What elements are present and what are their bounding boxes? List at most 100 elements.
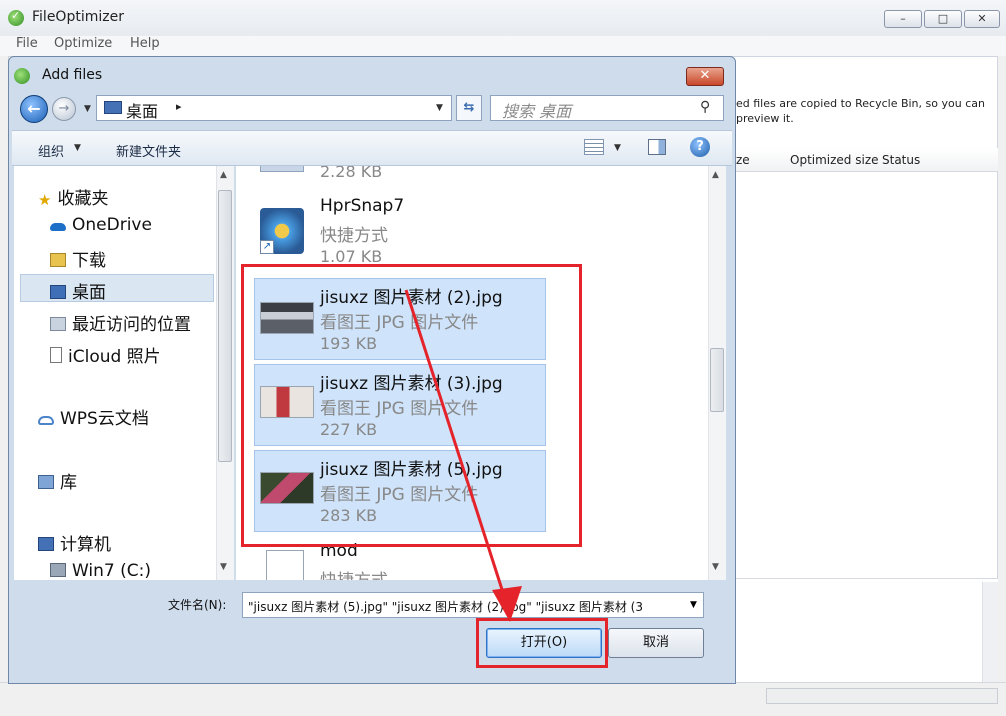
- file-list-header: ze Optimized size Status: [736, 148, 998, 172]
- refresh-button[interactable]: ⇆: [456, 95, 482, 121]
- scroll-down-icon[interactable]: ▼: [712, 562, 719, 572]
- organize-dropdown-icon[interactable]: ▼: [74, 143, 81, 153]
- minimize-button[interactable]: –: [884, 10, 922, 28]
- nav-label: 收藏夹: [57, 189, 109, 209]
- nav-item-desktop[interactable]: 桌面: [50, 278, 106, 303]
- cloud-icon: [50, 223, 66, 231]
- file-size: 2.28 KB: [320, 166, 383, 181]
- file-name: jisuxz 图片素材 (3).jpg: [320, 374, 503, 394]
- menu-optimize[interactable]: Optimize: [54, 36, 112, 51]
- file-size: 227 KB: [320, 420, 378, 439]
- file-list-scroll-thumb[interactable]: [710, 348, 724, 412]
- computer-icon: [38, 537, 54, 551]
- file-name[interactable]: HprSnap7: [320, 196, 404, 216]
- cancel-button[interactable]: 取消: [608, 628, 704, 658]
- file-type: 看图王 JPG 图片文件: [320, 313, 479, 333]
- nav-item-downloads[interactable]: 下载: [50, 246, 106, 271]
- nav-label: OneDrive: [72, 215, 152, 235]
- file-size: 193 KB: [320, 334, 378, 353]
- organize-button[interactable]: 组织: [38, 141, 64, 160]
- column-optimized-size[interactable]: Optimized size: [790, 153, 879, 167]
- nav-item-favorites[interactable]: ★ 收藏夹: [38, 184, 108, 209]
- back-arrow-icon[interactable]: ←: [20, 95, 48, 123]
- new-folder-button[interactable]: 新建文件夹: [116, 141, 181, 160]
- maximize-button[interactable]: □: [924, 10, 962, 28]
- filename-dropdown-icon[interactable]: ▼: [690, 600, 697, 610]
- nav-label: 下载: [72, 251, 106, 271]
- column-status[interactable]: Status: [882, 153, 920, 167]
- scroll-up-icon[interactable]: ▲: [220, 170, 227, 180]
- file-type: 看图王 JPG 图片文件: [320, 399, 479, 419]
- mod-shortcut-icon[interactable]: [266, 550, 304, 580]
- nav-item-icloud[interactable]: iCloud 照片: [50, 342, 161, 367]
- open-button[interactable]: 打开(O): [486, 628, 602, 658]
- dialog-close-button[interactable]: ✕: [686, 67, 724, 86]
- nav-item-onedrive[interactable]: OneDrive: [50, 215, 152, 235]
- recent-places-icon: [50, 317, 66, 331]
- shortcut-arrow-icon: ↗: [260, 240, 274, 254]
- nav-label: WPS云文档: [60, 409, 149, 429]
- downloads-folder-icon: [50, 253, 66, 267]
- main-info-text: ed files are copied to Recycle Bin, so y…: [736, 96, 998, 126]
- file-type: 快捷方式: [320, 566, 388, 580]
- nav-label: Win7 (C:): [72, 561, 152, 579]
- column-size[interactable]: ze: [736, 153, 750, 167]
- nav-scroll-thumb[interactable]: [218, 190, 232, 462]
- image-thumbnail: [260, 386, 314, 418]
- address-dropdown-icon[interactable]: ▼: [436, 103, 443, 113]
- file-name: jisuxz 图片素材 (2).jpg: [320, 288, 503, 308]
- address-breadcrumb[interactable]: 桌面: [126, 98, 158, 122]
- file-size: 283 KB: [320, 506, 378, 525]
- nav-label: 桌面: [72, 283, 106, 303]
- view-dropdown-icon[interactable]: ▼: [614, 143, 621, 153]
- close-button[interactable]: ✕: [964, 10, 1000, 28]
- nav-item-recent[interactable]: 最近访问的位置: [50, 310, 191, 335]
- fileoptimizer-app-icon: [8, 9, 24, 26]
- nav-label: 库: [60, 473, 77, 493]
- cloud-icon: [38, 416, 54, 425]
- image-thumbnail: [260, 472, 314, 504]
- preview-pane-icon[interactable]: [648, 139, 666, 155]
- main-titlebar: [0, 0, 1006, 36]
- desktop-icon: [50, 285, 66, 299]
- filename-value[interactable]: "jisuxz 图片素材 (5).jpg" "jisuxz 图片素材 (2).j…: [248, 598, 684, 615]
- file-size: 1.07 KB: [320, 247, 383, 266]
- log-panel: [736, 578, 998, 682]
- forward-arrow-icon[interactable]: →: [52, 97, 76, 121]
- nav-item-wps[interactable]: WPS云文档: [38, 404, 149, 429]
- menu-file[interactable]: File: [16, 36, 38, 51]
- nav-item-drive-c[interactable]: Win7 (C:): [50, 561, 151, 579]
- file-icon: [260, 166, 304, 172]
- info-line-2: preview it.: [736, 112, 794, 125]
- dialog-title: Add files: [42, 67, 103, 83]
- nav-label: iCloud 照片: [68, 347, 161, 367]
- file-name: jisuxz 图片素材 (5).jpg: [320, 460, 503, 480]
- dialog-app-icon: [14, 68, 30, 84]
- nav-label: 最近访问的位置: [72, 315, 191, 335]
- help-icon[interactable]: ?: [690, 137, 710, 157]
- drive-icon: [50, 563, 66, 577]
- file-type: 快捷方式: [320, 226, 388, 246]
- nav-label: 计算机: [60, 535, 111, 555]
- main-window-title: FileOptimizer: [32, 9, 124, 25]
- scroll-down-icon[interactable]: ▼: [220, 562, 227, 572]
- log-scrollbar[interactable]: [982, 582, 998, 682]
- search-placeholder: 搜索 桌面: [502, 102, 572, 121]
- nav-item-computer[interactable]: 计算机: [38, 530, 111, 555]
- library-icon: [38, 475, 54, 489]
- view-options-icon[interactable]: [584, 139, 604, 155]
- file-name[interactable]: mod: [320, 541, 358, 561]
- document-icon: [50, 347, 62, 363]
- star-icon: ★: [38, 191, 52, 209]
- nav-item-libraries[interactable]: 库: [38, 468, 77, 493]
- breadcrumb-separator[interactable]: ▸: [176, 100, 182, 113]
- scroll-up-icon[interactable]: ▲: [712, 170, 719, 180]
- progress-bar: [766, 688, 998, 704]
- desktop-icon: [104, 101, 122, 114]
- filename-label: 文件名(N):: [168, 598, 227, 612]
- search-icon[interactable]: ⚲: [700, 99, 710, 115]
- recent-locations-dropdown[interactable]: ▼: [84, 104, 91, 114]
- main-menubar: File Optimize Help: [0, 36, 1006, 56]
- info-line-1: ed files are copied to Recycle Bin, so y…: [736, 97, 985, 110]
- menu-help[interactable]: Help: [130, 36, 160, 51]
